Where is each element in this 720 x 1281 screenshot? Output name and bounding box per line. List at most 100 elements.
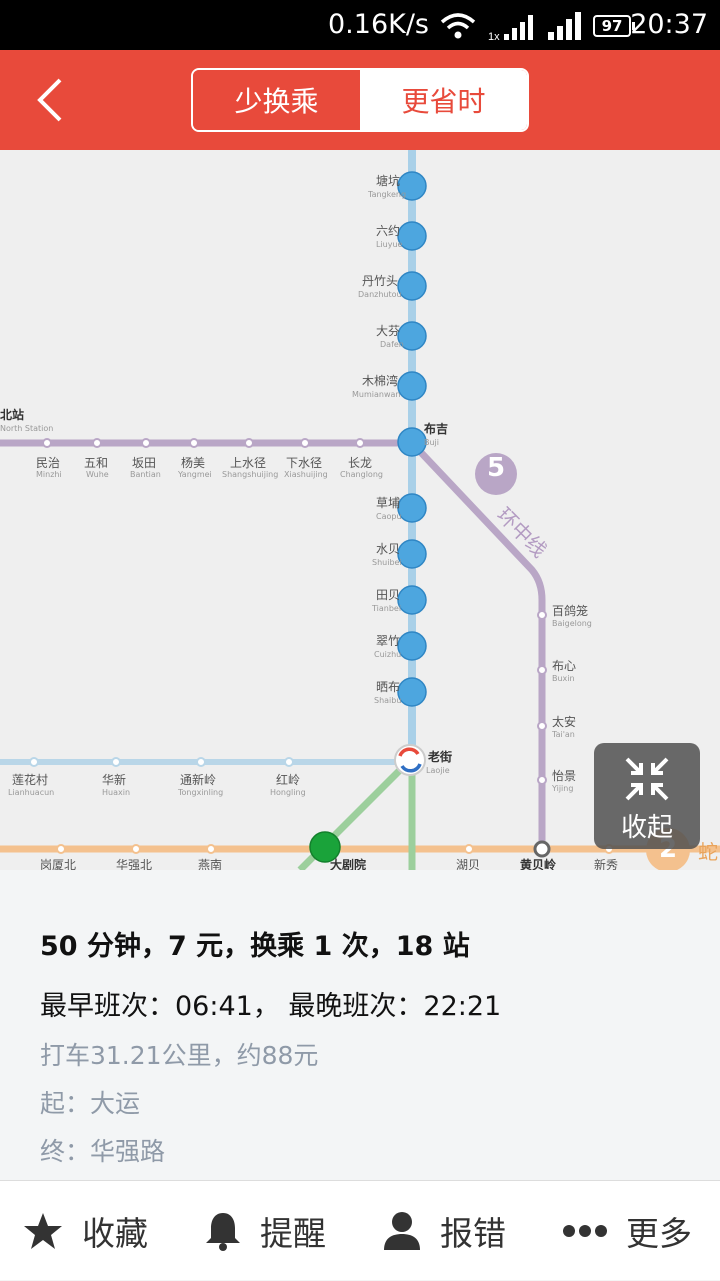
station-label: 百鸽笼 [552,604,589,618]
tab-less-transfer[interactable]: 少换乘 [193,70,360,130]
station-label: 塘坑 [376,174,401,188]
route-mode-toggle: 少换乘 更省时 [191,68,529,132]
line2-partial-label: 蛇 [698,840,718,864]
station-label: 木棉湾 [362,374,399,388]
network-speed: 0.16K/s [328,9,429,40]
user-icon [384,1212,420,1250]
line2-station-dot [56,844,66,854]
station-pinyin: Yangmei [178,470,212,479]
station-label: 红岭 [276,773,301,787]
star-icon [24,1213,62,1249]
station-label: 坂田 [132,456,157,470]
wifi-icon [440,13,476,39]
route-end: 终：华强路 [40,1137,166,1166]
line3-station-dot [196,757,206,767]
route-station-dot [397,677,427,707]
station-pinyin: Tianbei [372,604,402,613]
header-bar: 少换乘 更省时 [0,50,720,150]
line3-station-dot [111,757,121,767]
station-label: 长龙 [348,456,373,470]
line3-station-dot [29,757,39,767]
line5-station-dot [189,438,199,448]
station-label: 翠竹 [376,634,401,648]
station-pinyin: Mumianwan [352,390,401,399]
line5-station-dot [141,438,151,448]
station-label: 水贝 [376,542,401,556]
battery-icon: 97 [593,15,635,37]
clock: 20:37 [630,9,708,40]
station-pinyin: Wuhe [86,470,109,479]
station-pinyin: Tongxinling [178,788,224,797]
line5-station-dot [537,610,547,620]
back-icon[interactable] [26,74,78,126]
station-pinyin: Shangshuijing [222,470,279,479]
route-station-dot [397,493,427,523]
station-label: 燕南 [198,858,223,870]
line2-station-dot [131,844,141,854]
station-label: 黄贝岭 [520,858,557,870]
taxi-estimate: 打车31.21公里，约88元 [40,1041,319,1070]
station-label: 田贝 [376,588,401,602]
station-label: 华强北 [116,858,153,870]
collapse-icon [625,757,669,801]
transfer-icon [394,744,426,776]
station-label: 丹竹头 [362,274,399,288]
route-station-dot [397,539,427,569]
station-pinyin: Buxin [552,674,575,683]
station-pinyin: Bantian [130,470,161,479]
bottom-toolbar: 收藏 提醒 报错 更多 [0,1180,720,1280]
station-label: 老街 [428,750,453,764]
station-label: 怡景 [552,769,577,783]
station-label: 六约 [376,224,401,238]
line2-station-dot [206,844,216,854]
station-label: 布吉 [424,422,449,436]
station-label: 大剧院 [330,858,367,870]
station-pinyin: Baigelong [552,619,592,628]
route-summary: 50 分钟，7 元，换乘 1 次，18 站 [40,931,470,962]
signal-icon [548,12,581,40]
more-dots-icon [563,1225,607,1237]
route-station-dot [397,271,427,301]
status-bar: 0.16K/s 1x 97 20:37 [0,0,720,50]
station-label: 新秀 [594,858,619,870]
station-label: 晒布 [376,680,401,694]
station-label: 布心 [552,659,577,673]
more-button[interactable]: 更多 [562,1181,692,1281]
report-button[interactable]: 报错 [382,1181,506,1281]
favorite-label: 收藏 [82,1214,148,1253]
favorite-button[interactable]: 收藏 [22,1181,148,1281]
station-pinyin: Tangkeng [368,190,407,199]
route-schedule: 最早班次：06:41， 最晚班次：22:21 [40,991,502,1022]
station-label: 大芬 [376,324,401,338]
station-pinyin: Laojie [426,766,450,775]
station-label: 杨美 [181,456,206,470]
line5-badge-label: 5 [486,453,506,483]
station-label: 民治 [36,456,61,470]
collapse-label: 收起 [620,813,673,843]
station-label: 上水径 [230,456,267,470]
transfer-station-huangbeiling [533,840,551,858]
station-pinyin: Caopu [376,512,402,521]
line5-station-dot [244,438,254,448]
route-station-dot [397,371,427,401]
remind-label: 提醒 [260,1214,326,1253]
station-pinyin: Tai'an [552,730,575,739]
line5-station-dot [92,438,102,448]
station-pinyin: Yijing [552,784,574,793]
tab-less-time[interactable]: 更省时 [360,70,527,130]
station-pinyin: Xiashuijing [284,470,328,479]
station-pinyin: North Station [0,424,54,433]
station-pinyin: Lianhuacun [8,788,55,797]
svg-text:1x: 1x [488,31,500,42]
station-pinyin: Shuibei [372,558,402,567]
station-label: 五和 [84,456,109,470]
signal-1x-icon: 1x [488,15,533,42]
collapse-map-button[interactable]: 收起 [594,743,700,849]
remind-button[interactable]: 提醒 [204,1181,326,1281]
station-label: 通新岭 [180,773,217,787]
station-pinyin: Minzhi [36,470,62,479]
station-pinyin: Shaibu [374,696,402,705]
line5-station-dot [42,438,52,448]
station-label: 湖贝 [456,858,481,870]
bell-icon [206,1213,240,1251]
